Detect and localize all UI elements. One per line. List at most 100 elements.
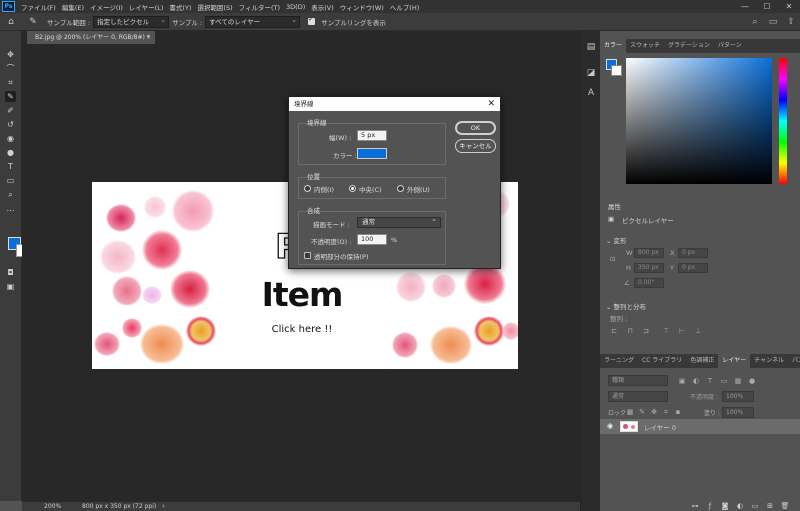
new-layer-icon[interactable]: ⊞ bbox=[765, 501, 775, 511]
menu-select[interactable]: 選択範囲(S) bbox=[194, 2, 235, 12]
filter-pixel-icon[interactable]: ▣ bbox=[678, 377, 686, 385]
paint-bucket-icon[interactable]: ◉ bbox=[5, 133, 16, 144]
tab-color[interactable]: カラー bbox=[600, 39, 627, 53]
color-saturation-field[interactable] bbox=[626, 58, 772, 184]
tab-adjustments[interactable]: 色調補正 bbox=[686, 354, 718, 368]
menu-view[interactable]: 表示(V) bbox=[308, 2, 337, 12]
status-menu-icon[interactable]: › bbox=[162, 502, 165, 511]
align-right-icon[interactable]: ⊐ bbox=[642, 327, 650, 335]
center-radio[interactable] bbox=[349, 185, 356, 192]
filter-type-icon[interactable]: T bbox=[706, 377, 714, 385]
eye-icon[interactable]: ◉ bbox=[606, 422, 614, 430]
tab-learn[interactable]: ラーニング bbox=[600, 354, 638, 368]
show-ring-checkbox[interactable] bbox=[308, 15, 316, 25]
hue-slider[interactable] bbox=[779, 58, 787, 184]
new-group-icon[interactable]: ▭ bbox=[750, 501, 760, 511]
menu-type[interactable]: 書式(Y) bbox=[166, 2, 194, 12]
layer-fill-field[interactable]: 100% bbox=[722, 407, 754, 418]
menu-layer[interactable]: レイヤー(L) bbox=[126, 2, 167, 12]
add-mask-icon[interactable]: ◙ bbox=[720, 501, 730, 511]
adjust-panel-icon[interactable]: ◪ bbox=[585, 67, 597, 79]
tab-cc-libraries[interactable]: CC ライブラリ bbox=[638, 354, 686, 368]
maximize-button[interactable]: ☐ bbox=[756, 0, 778, 13]
inside-radio[interactable] bbox=[304, 185, 311, 192]
lasso-tool-icon[interactable]: ⌒ bbox=[5, 63, 16, 74]
filter-toggle-icon[interactable]: ● bbox=[748, 377, 756, 385]
align-title[interactable]: ⌄ 整列と分布 bbox=[606, 301, 646, 311]
shape-tool-icon[interactable]: ▭ bbox=[5, 175, 16, 186]
lock-artboard-icon[interactable]: ⌗ bbox=[662, 408, 670, 416]
character-panel-icon[interactable]: A bbox=[585, 87, 597, 99]
minimize-button[interactable]: — bbox=[734, 0, 756, 13]
filter-smart-icon[interactable]: ▦ bbox=[734, 377, 742, 385]
sample-select[interactable]: すべてのレイヤー bbox=[205, 15, 301, 28]
align-top-icon[interactable]: ⊤ bbox=[662, 327, 670, 335]
brush-tool-icon[interactable]: ✐ bbox=[5, 105, 16, 116]
dodge-tool-icon[interactable]: ● bbox=[5, 147, 16, 158]
more-tools-icon[interactable]: … bbox=[5, 203, 16, 214]
eyedropper-tool-icon[interactable]: ✎ bbox=[5, 91, 16, 102]
menu-edit[interactable]: 編集(E) bbox=[59, 2, 87, 12]
close-tab-icon[interactable]: × bbox=[146, 31, 151, 44]
blend-mode-select[interactable]: 通常 bbox=[357, 215, 441, 228]
align-center-h-icon[interactable]: ⊓ bbox=[626, 327, 634, 335]
layer-blend-mode[interactable]: 通常 bbox=[608, 391, 668, 402]
link-layers-icon[interactable]: ⊶ bbox=[690, 501, 700, 511]
w-field[interactable]: 800 px bbox=[634, 248, 664, 258]
filter-shape-icon[interactable]: ▭ bbox=[720, 377, 728, 385]
lock-pixels-icon[interactable]: ✎ bbox=[638, 408, 646, 416]
width-input[interactable]: 5 px bbox=[357, 130, 387, 141]
trash-icon[interactable]: 🗑 bbox=[780, 501, 790, 511]
transform-title[interactable]: ⌄ 変形 bbox=[606, 235, 627, 245]
menu-file[interactable]: ファイル(F) bbox=[18, 2, 59, 12]
x-field[interactable]: 0 px bbox=[678, 248, 708, 258]
tab-layers[interactable]: レイヤー bbox=[718, 354, 751, 368]
dialog-close-icon[interactable]: ✕ bbox=[487, 97, 495, 111]
share-icon[interactable]: ⇪ bbox=[782, 17, 800, 27]
document-tab[interactable]: B2.jpg @ 200% (レイヤー 0, RGB/8#) * × bbox=[27, 31, 155, 44]
fx-icon[interactable]: ƒ bbox=[705, 501, 715, 511]
history-brush-icon[interactable]: ↺ bbox=[5, 119, 16, 130]
tab-channels[interactable]: チャンネル bbox=[750, 354, 788, 368]
tab-swatches[interactable]: スウォッチ bbox=[626, 39, 664, 53]
stroke-color-swatch[interactable] bbox=[357, 148, 387, 159]
tab-paths[interactable]: パス bbox=[788, 354, 800, 368]
lock-position-icon[interactable]: ✥ bbox=[650, 408, 658, 416]
zoom-level[interactable]: 200% bbox=[44, 502, 61, 511]
layer-opacity-field[interactable]: 100% bbox=[722, 391, 754, 402]
menu-window[interactable]: ウィンドウ(W) bbox=[337, 2, 387, 12]
align-middle-v-icon[interactable]: ⊢ bbox=[678, 327, 686, 335]
search-icon[interactable]: ⌕ bbox=[746, 17, 764, 27]
sample-size-select[interactable]: 指定したピクセル bbox=[93, 15, 170, 28]
preserve-transparency-checkbox[interactable] bbox=[304, 252, 311, 259]
layer-filter-kind[interactable]: 種類 bbox=[608, 375, 668, 386]
opacity-input[interactable]: 100 bbox=[357, 234, 387, 245]
color-panel-background[interactable] bbox=[611, 65, 622, 76]
eyedropper-preset-icon[interactable]: ✎ bbox=[26, 15, 40, 29]
crop-tool-icon[interactable]: ⌗ bbox=[5, 77, 16, 88]
layer-name[interactable]: レイヤー 0 bbox=[644, 422, 676, 432]
type-tool-icon[interactable]: T bbox=[5, 161, 16, 172]
link-icon[interactable]: ⊡ bbox=[610, 255, 615, 263]
quick-mask-icon[interactable]: ◘ bbox=[5, 267, 16, 278]
ok-button[interactable]: OK bbox=[455, 121, 496, 135]
dialog-titlebar[interactable]: 境界線 ✕ bbox=[289, 97, 500, 111]
h-field[interactable]: 350 px bbox=[634, 263, 664, 273]
adjustment-layer-icon[interactable]: ◐ bbox=[735, 501, 745, 511]
y-field[interactable]: 0 px bbox=[678, 263, 708, 273]
lock-all-icon[interactable]: ▪ bbox=[674, 408, 682, 416]
layer-row[interactable]: ◉ レイヤー 0 bbox=[600, 419, 800, 434]
menu-help[interactable]: ヘルプ(H) bbox=[387, 2, 422, 12]
align-left-icon[interactable]: ⊏ bbox=[610, 327, 618, 335]
lock-transparent-icon[interactable]: ▦ bbox=[626, 408, 634, 416]
cancel-button[interactable]: キャンセル bbox=[455, 139, 496, 153]
menu-filter[interactable]: フィルター(T) bbox=[236, 2, 283, 12]
outside-radio[interactable] bbox=[397, 185, 404, 192]
menu-image[interactable]: イメージ(I) bbox=[87, 2, 126, 12]
screen-mode-icon[interactable]: ▣ bbox=[5, 281, 16, 292]
move-tool-icon[interactable]: ✥ bbox=[5, 49, 16, 60]
tab-patterns[interactable]: パターン bbox=[714, 39, 746, 53]
filter-adjust-icon[interactable]: ◐ bbox=[692, 377, 700, 385]
home-icon[interactable]: ⌂ bbox=[4, 15, 18, 29]
workspace-icon[interactable]: ▭ bbox=[764, 17, 782, 27]
